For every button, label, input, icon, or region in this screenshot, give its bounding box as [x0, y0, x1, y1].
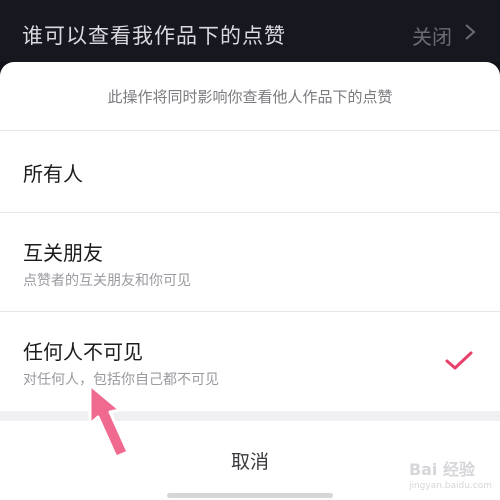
section-divider — [0, 411, 500, 421]
option-label: 互关朋友 — [23, 241, 103, 265]
sheet-hint: 此操作将同时影响你查看他人作品下的点赞 — [0, 62, 500, 131]
watermark-brand: Bai 经验 — [408, 460, 475, 479]
setting-row-like-visibility[interactable]: 谁可以查看我作品下的点赞 关闭 — [0, 0, 500, 62]
option-mutual-friends[interactable]: 互关朋友 点赞者的互关朋友和你可见 — [0, 213, 500, 312]
option-everyone[interactable]: 所有人 — [0, 131, 500, 213]
option-description: 点赞者的互关朋友和你可见 — [23, 273, 191, 289]
watermark: Bai 经验 jingyan.baidu.com — [409, 462, 492, 494]
bottom-sheet: 此操作将同时影响你查看他人作品下的点赞 所有人 互关朋友 点赞者的互关朋友和你可… — [0, 62, 500, 500]
checkmark-icon — [445, 351, 473, 370]
setting-title: 谁可以查看我作品下的点赞 — [22, 24, 286, 48]
option-label: 任何人不可见 — [23, 340, 143, 364]
option-nobody[interactable]: 任何人不可见 对任何人，包括你自己都不可见 — [0, 312, 500, 411]
pointer-arrow-icon — [88, 383, 130, 459]
setting-current-value: 关闭 — [412, 25, 452, 49]
home-indicator — [167, 493, 333, 498]
chevron-right-icon — [465, 24, 476, 40]
watermark-url: jingyan.baidu.com — [408, 481, 492, 491]
option-label: 所有人 — [23, 162, 83, 186]
